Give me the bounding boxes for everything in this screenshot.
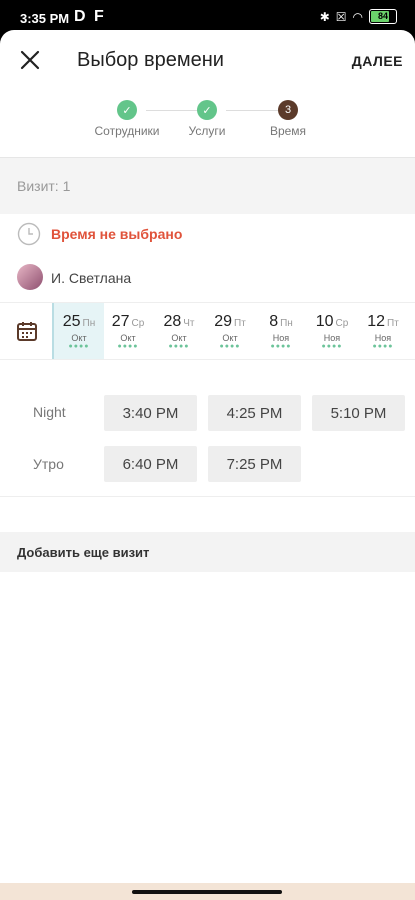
home-indicator[interactable] (132, 890, 282, 894)
date-month: Окт (71, 333, 87, 343)
date-day: 25 (62, 313, 81, 330)
date-item-10[interactable]: 10 Ср Ноя ●●●● (307, 303, 357, 359)
availability-dots: ●●●● (117, 343, 139, 350)
time-not-selected: Время не выбрано (51, 226, 183, 242)
step-services: ✓ Услуги (162, 100, 252, 138)
status-time: 3:35 PM (20, 11, 70, 26)
avatar (17, 264, 43, 290)
date-month: Ноя (272, 333, 290, 343)
calendar-icon[interactable] (16, 320, 38, 342)
visit-header: Визит: 1 (0, 157, 415, 214)
date-item-27[interactable]: 27 Ср Окт ●●●● (103, 303, 153, 359)
check-icon: ✓ (117, 100, 137, 120)
date-day: 29 (214, 313, 232, 330)
date-item-12[interactable]: 12 Пт Ноя ●●●● (358, 303, 408, 359)
page-title: Выбор времени (77, 49, 224, 71)
status-right: ✱ ☒ ◠ 84 (320, 9, 397, 24)
date-item-8[interactable]: 8 Пн Ноя ●●●● (256, 303, 306, 359)
bluetooth-icon: ✱ (319, 9, 330, 24)
availability-dots: ●●●● (372, 343, 394, 350)
header: Выбор времени ДАЛЕЕ (0, 30, 415, 90)
step-time: 3 Время (243, 100, 333, 138)
availability-dots: ●●●● (321, 343, 343, 350)
battery-level: 84 (377, 11, 388, 21)
time-slot[interactable]: 3:40 PM (104, 395, 197, 431)
add-visit-button[interactable]: Добавить еще визит (0, 532, 415, 572)
step-number: 3 (278, 100, 298, 120)
close-icon[interactable] (16, 46, 44, 74)
period-label-night: Night (33, 404, 66, 420)
check-icon: ✓ (197, 100, 217, 120)
date-item-25[interactable]: 25 Пн Окт ●●●● (52, 303, 104, 359)
battery-icon: 84 (369, 9, 397, 24)
step-label: Услуги (188, 124, 226, 138)
selected-time-row: Время не выбрано (0, 220, 415, 260)
date-item-29[interactable]: 29 Пт Окт ●●●● (205, 303, 255, 359)
next-button[interactable]: ДАЛЕЕ (352, 53, 403, 69)
app-screen: Выбор времени ДАЛЕЕ ✓ Сотрудники ✓ Услуг… (0, 30, 415, 890)
date-weekday: Чт (183, 318, 195, 329)
step-label: Время (269, 124, 307, 138)
date-day: 8 (269, 313, 279, 330)
date-weekday: Пн (280, 318, 293, 329)
date-day: 12 (367, 313, 385, 330)
date-strip: 25 Пн Окт ●●●● 27 Ср Окт ●●●● 28 Чт Окт ●●●… (0, 302, 415, 360)
progress-steps: ✓ Сотрудники ✓ Услуги 3 Время (0, 90, 415, 156)
date-weekday: Ср (335, 318, 349, 329)
date-month: Окт (171, 333, 187, 343)
date-month: Окт (120, 333, 136, 343)
staff-row[interactable]: И. Светлана (0, 262, 415, 302)
wifi-icon: ◠ (352, 9, 363, 24)
visit-label: Визит: 1 (17, 178, 71, 194)
time-slot[interactable]: 5:10 PM (312, 395, 405, 431)
date-month: Ноя (323, 333, 341, 343)
availability-dots: ●●●● (168, 343, 190, 350)
availability-dots: ●●●● (219, 343, 241, 350)
date-month: Ноя (374, 333, 392, 343)
date-day: 10 (315, 313, 334, 330)
availability-dots: ●●●● (270, 343, 292, 350)
time-slot[interactable]: 6:40 PM (104, 446, 197, 482)
clock-icon (17, 222, 41, 246)
date-month: Окт (222, 333, 238, 343)
availability-dots: ●●●● (68, 343, 90, 350)
add-visit-label: Добавить еще визит (17, 545, 150, 560)
date-day: 27 (111, 313, 130, 330)
navigation-bar (0, 883, 415, 900)
step-employees: ✓ Сотрудники (82, 100, 172, 138)
date-weekday: Пт (387, 318, 399, 329)
time-slot[interactable]: 7:25 PM (208, 446, 301, 482)
status-app-icons: D F (74, 8, 106, 25)
time-slots: Night 3:40 PM 4:25 PM 5:10 PM Утро 6:40 … (0, 362, 415, 497)
date-item-28[interactable]: 28 Чт Окт ●●●● (154, 303, 204, 359)
time-slot[interactable]: 4:25 PM (208, 395, 301, 431)
step-label: Сотрудники (94, 124, 160, 138)
date-weekday: Ср (131, 318, 145, 329)
date-weekday: Пт (234, 318, 246, 329)
sim-icon: ☒ (335, 9, 347, 24)
staff-name: И. Светлана (51, 270, 132, 286)
date-weekday: Пн (82, 318, 96, 329)
date-day: 28 (163, 313, 182, 330)
period-label-morning: Утро (33, 456, 64, 472)
